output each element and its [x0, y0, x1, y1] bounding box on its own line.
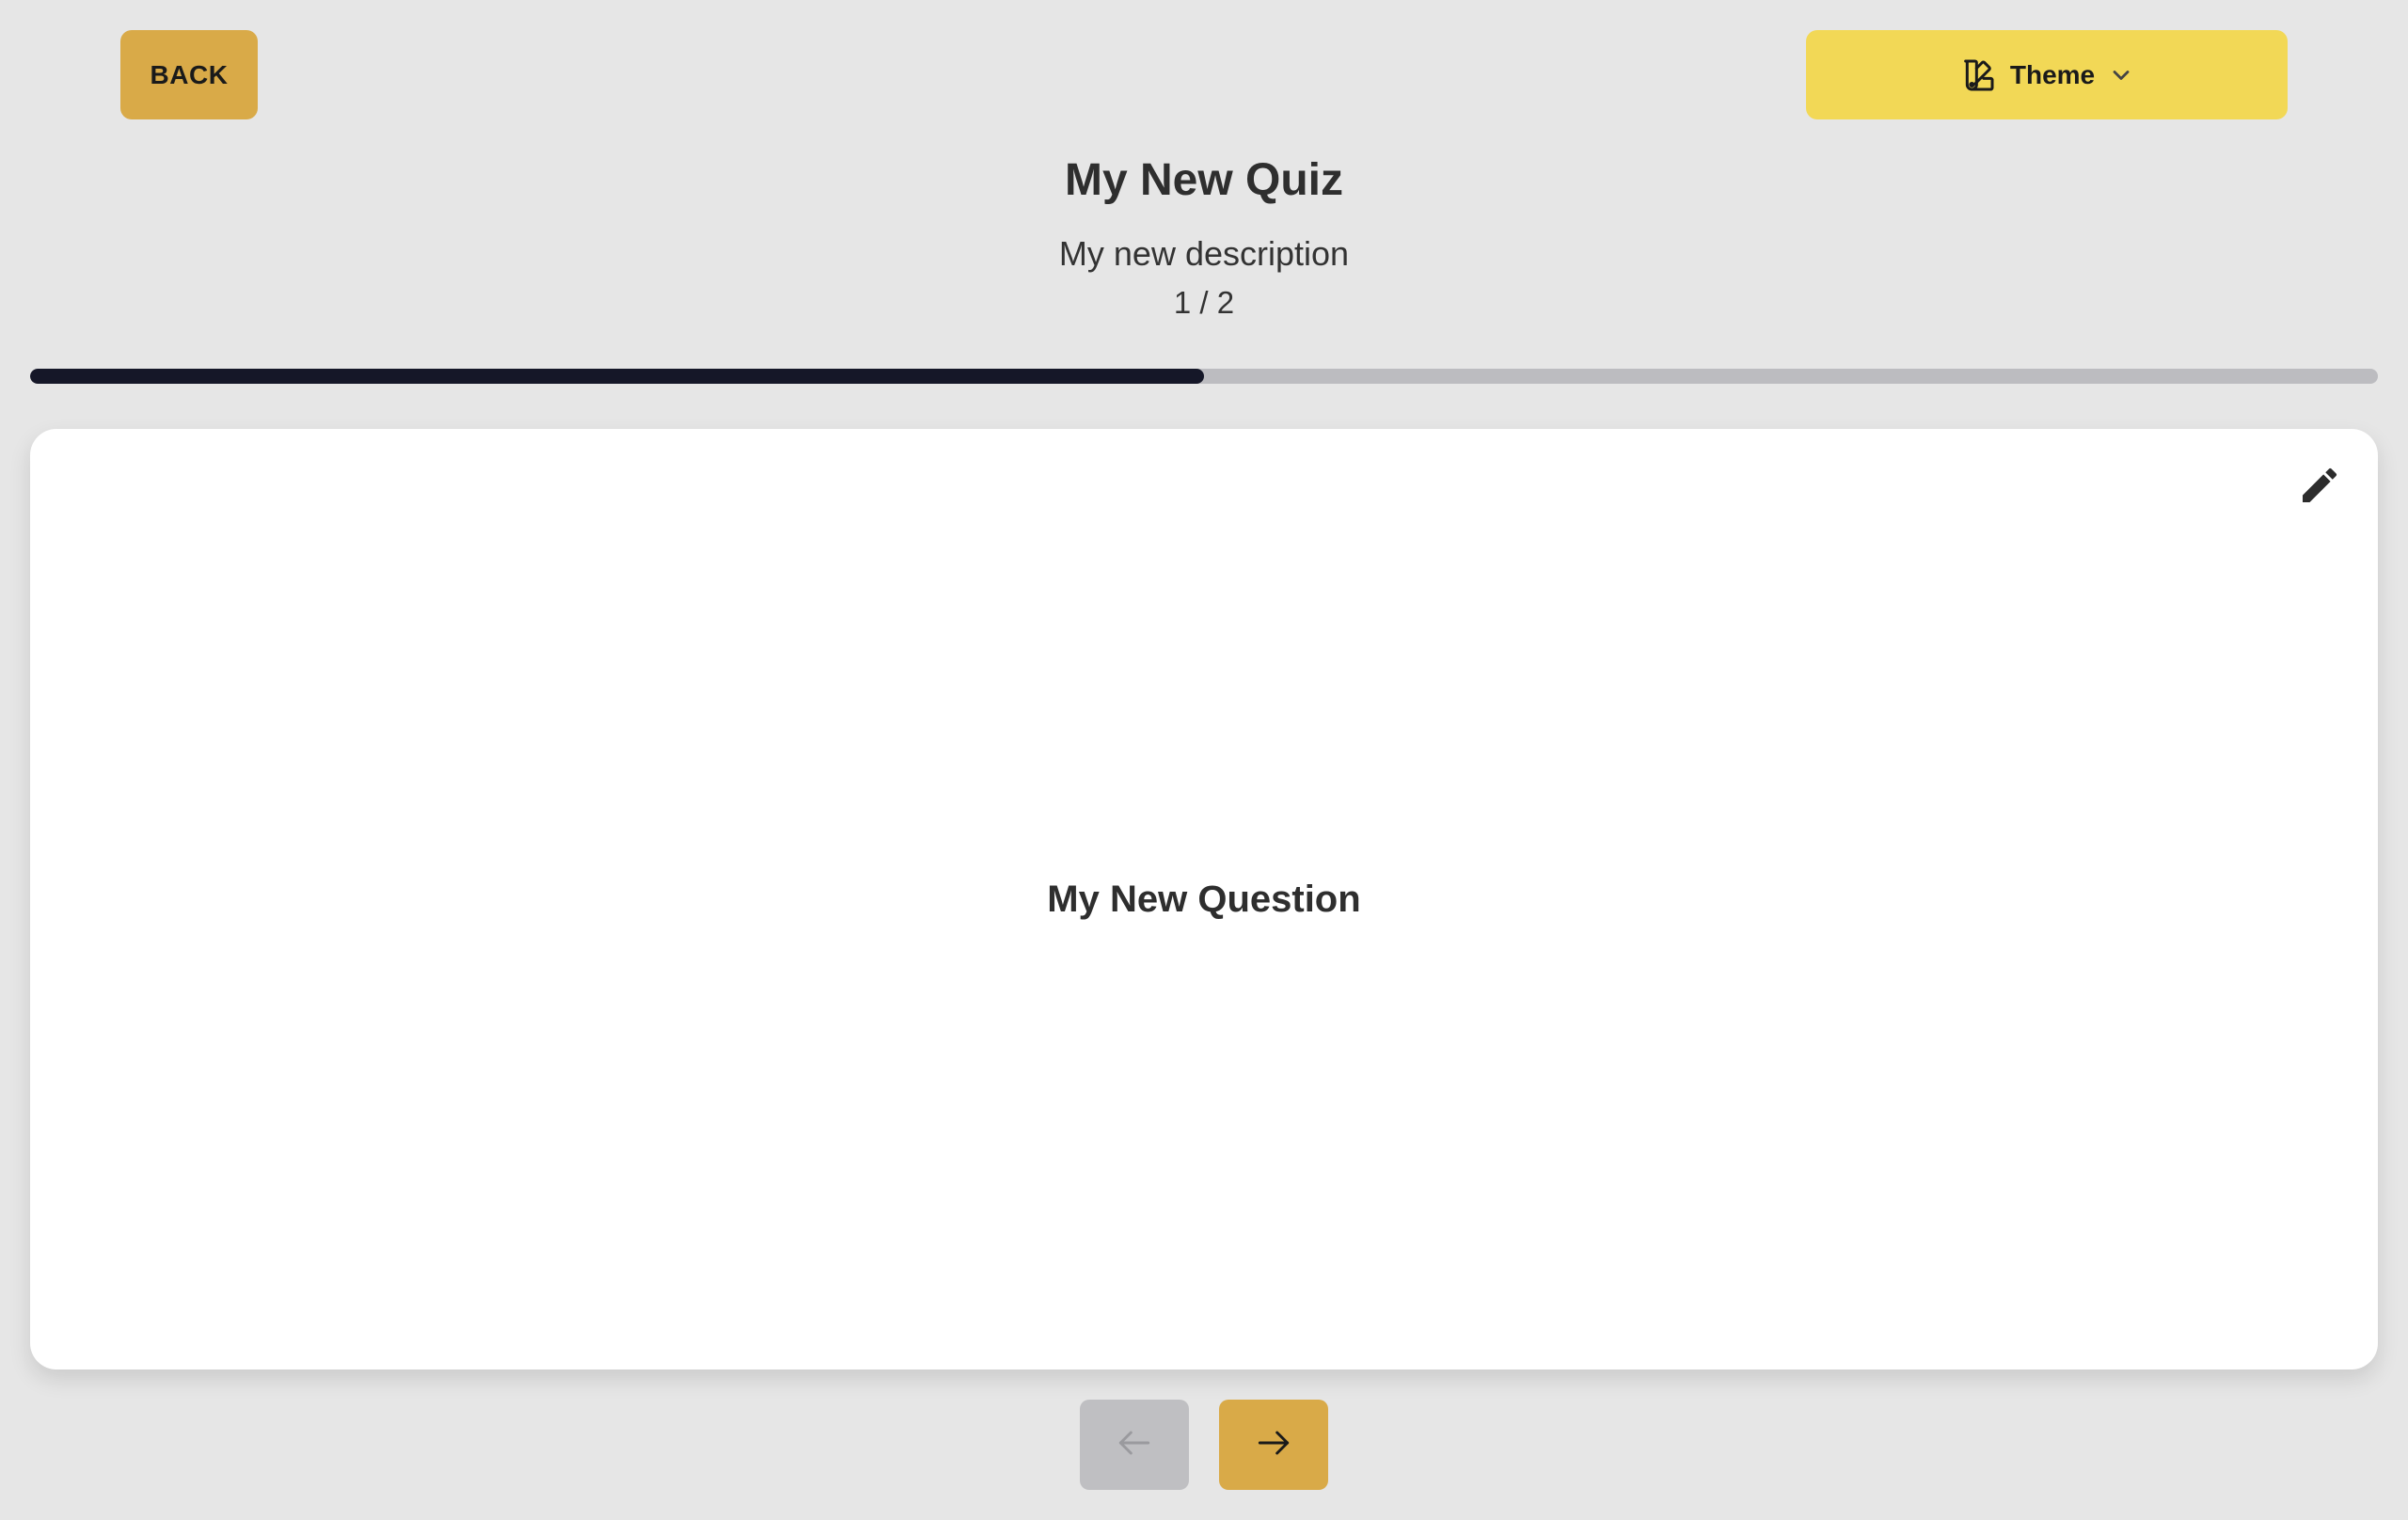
arrow-left-icon — [1114, 1422, 1155, 1468]
theme-button-label: Theme — [2009, 59, 2096, 89]
back-button-label: BACK — [150, 59, 229, 89]
question-card[interactable]: My New Question — [30, 429, 2378, 1370]
edit-question-button[interactable] — [2291, 459, 2348, 515]
previous-question-button[interactable] — [1080, 1400, 1189, 1490]
back-button[interactable]: BACK — [120, 30, 258, 119]
question-navigation — [0, 1400, 2408, 1490]
quiz-page: BACK Theme My New Quiz My new descriptio… — [0, 0, 2408, 1520]
quiz-title: My New Quiz — [1064, 155, 1344, 205]
question-counter: 1 / 2 — [1173, 285, 1235, 320]
quiz-header: My New Quiz My new description 1 / 2 — [0, 150, 2408, 324]
palette-icon — [1959, 56, 1997, 94]
quiz-description: My new description — [1058, 234, 1350, 273]
chevron-down-icon — [2108, 62, 2134, 88]
arrow-right-icon — [1253, 1422, 1294, 1468]
pencil-icon — [2297, 463, 2342, 513]
progress-bar-fill — [30, 369, 1204, 384]
progress-bar — [30, 369, 2378, 384]
theme-dropdown-button[interactable]: Theme — [1806, 30, 2288, 119]
next-question-button[interactable] — [1219, 1400, 1328, 1490]
question-text: My New Question — [1047, 878, 1361, 920]
